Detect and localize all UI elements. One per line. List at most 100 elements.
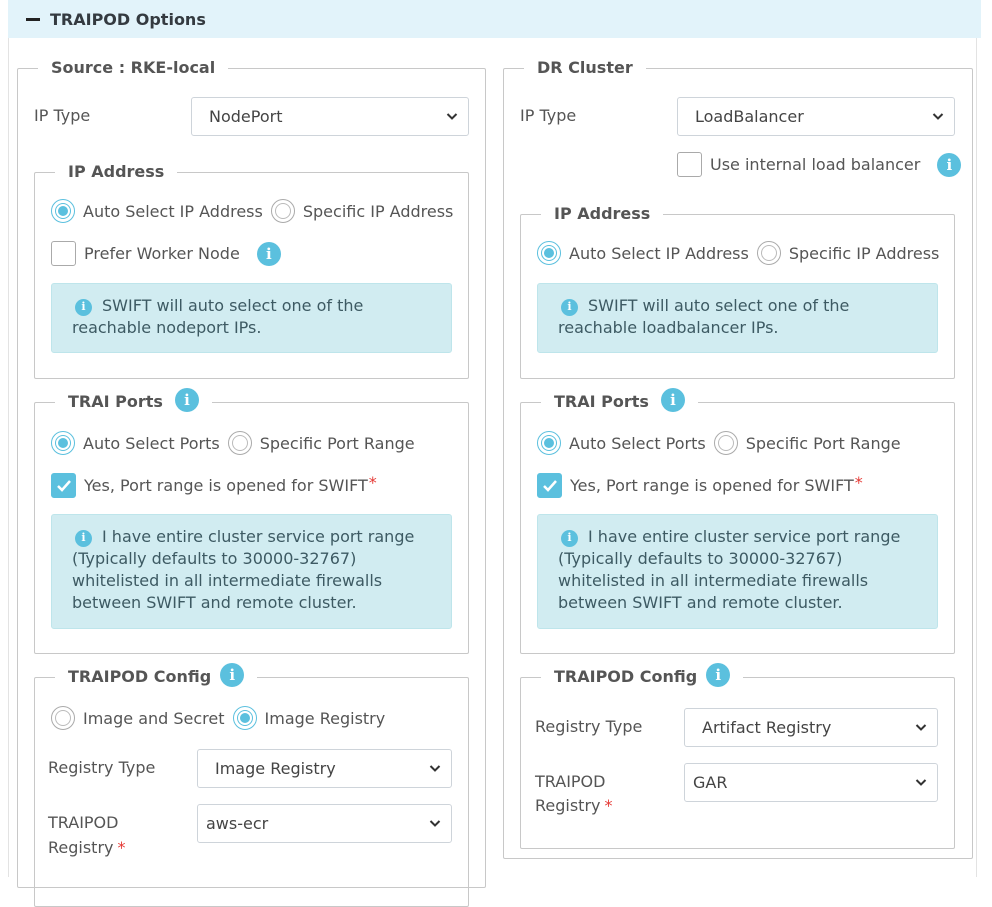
source-ip-radio-group: Auto Select IP Address Specific IP Addre… <box>51 199 461 223</box>
chevron-down-icon <box>915 724 927 731</box>
dr-internal-lb-row: Use internal load balancer i <box>677 152 962 177</box>
dr-registry-type-value: Artifact Registry <box>702 718 832 737</box>
dr-registry-label-2: Registry <box>535 796 601 815</box>
source-port-confirm-checkbox[interactable] <box>51 473 76 498</box>
dr-ip-type-label: IP Type <box>520 106 577 125</box>
source-registry-value: aws-ecr <box>206 814 269 833</box>
source-registry-type-value: Image Registry <box>215 759 336 778</box>
source-port-confirm-row: Yes, Port range is opened for SWIFT * <box>51 473 377 498</box>
chevron-down-icon <box>932 113 944 120</box>
dr-registry-type-select[interactable]: Artifact Registry <box>684 708 938 747</box>
source-image-registry-radio[interactable] <box>232 706 257 730</box>
source-prefer-worker-row: Prefer Worker Node i <box>51 241 281 266</box>
source-ip-specific-label: Specific IP Address <box>302 201 454 221</box>
dr-port-confirm-checkbox[interactable] <box>537 473 562 498</box>
source-ports-auto-label: Auto Select Ports <box>83 433 220 453</box>
dr-ip-specific-radio[interactable] <box>756 241 781 265</box>
dr-traipod-config-title: TRAIPOD Config <box>554 667 698 686</box>
source-ip-auto-radio[interactable] <box>51 199 75 223</box>
dr-ip-alert-text: SWIFT will auto select one of the reacha… <box>558 296 850 337</box>
source-registry-select[interactable]: aws-ecr <box>197 804 452 843</box>
source-ip-address-legend: IP Address <box>55 162 178 182</box>
info-icon[interactable]: i <box>256 241 281 266</box>
dr-ip-auto-radio[interactable] <box>537 241 561 265</box>
chevron-down-icon <box>429 820 441 827</box>
info-icon[interactable]: i <box>660 388 685 412</box>
source-ip-type-label: IP Type <box>34 106 91 125</box>
source-traipod-config-title: TRAIPOD Config <box>68 667 212 686</box>
chevron-down-icon <box>429 765 441 772</box>
source-prefer-worker-label: Prefer Worker Node <box>84 244 240 263</box>
source-ports-alert: iI have entire cluster service port rang… <box>51 514 452 629</box>
source-port-confirm-label: Yes, Port range is opened for SWIFT <box>84 476 368 495</box>
source-image-secret-label: Image and Secret <box>83 708 225 728</box>
source-ip-alert: i SWIFT will auto select one of the reach… <box>51 283 452 353</box>
info-icon[interactable]: i <box>706 663 731 687</box>
header-title: TRAIPOD Options <box>50 9 206 29</box>
dr-ports-auto-label: Auto Select Ports <box>569 433 706 453</box>
source-trai-ports-legend: TRAI Ports i <box>55 388 212 412</box>
dr-internal-lb-checkbox[interactable] <box>677 152 702 177</box>
chevron-down-icon <box>915 779 927 786</box>
required-marker: * <box>604 796 613 815</box>
source-ports-specific-radio[interactable] <box>227 431 252 455</box>
source-ip-type-value: NodePort <box>209 107 283 126</box>
dr-trai-ports-legend: TRAI Ports i <box>541 388 698 412</box>
required-marker: * <box>117 838 126 857</box>
info-icon: i <box>561 529 578 547</box>
source-ip-alert-text: SWIFT will auto select one of the reacha… <box>72 296 364 337</box>
dr-legend: DR Cluster <box>524 58 646 78</box>
dr-ip-address-legend: IP Address <box>541 204 664 224</box>
source-registry-label-1: TRAIPOD <box>48 813 119 832</box>
dr-ip-alert: i SWIFT will auto select one of the reach… <box>537 283 938 353</box>
check-icon <box>56 479 71 492</box>
dr-trai-ports-title: TRAI Ports <box>554 392 649 411</box>
source-prefer-worker-checkbox[interactable] <box>51 241 76 266</box>
source-ports-auto-radio[interactable] <box>51 431 75 455</box>
check-icon <box>542 479 557 492</box>
info-icon: i <box>561 298 578 316</box>
source-image-secret-radio[interactable] <box>51 706 75 730</box>
source-registry-label-2-row: Registry * <box>48 838 126 858</box>
chevron-down-icon <box>446 113 458 120</box>
dr-registry-label-1: TRAIPOD <box>535 772 606 791</box>
dr-ip-auto-label: Auto Select IP Address <box>569 243 749 263</box>
dr-ports-radio-group: Auto Select Ports Specific Port Range <box>537 431 909 455</box>
traipod-options-header[interactable]: TRAIPOD Options <box>8 0 981 38</box>
dr-ip-radio-group: Auto Select IP Address Specific IP Addre… <box>537 241 947 265</box>
source-ports-specific-label: Specific Port Range <box>259 433 415 453</box>
source-ip-auto-label: Auto Select IP Address <box>83 201 263 221</box>
source-legend: Source : RKE-local <box>38 58 229 78</box>
dr-ports-specific-radio[interactable] <box>713 431 738 455</box>
dr-port-confirm-label: Yes, Port range is opened for SWIFT <box>570 476 854 495</box>
dr-port-confirm-row: Yes, Port range is opened for SWIFT * <box>537 473 863 498</box>
source-registry-label-2: Registry <box>48 838 114 857</box>
dr-ip-specific-label: Specific IP Address <box>788 243 940 263</box>
source-ports-radio-group: Auto Select Ports Specific Port Range <box>51 431 423 455</box>
dr-internal-lb-label: Use internal load balancer <box>710 155 921 174</box>
dr-registry-type-label: Registry Type <box>535 717 643 736</box>
info-icon[interactable]: i <box>220 663 245 687</box>
info-icon: i <box>75 298 92 316</box>
required-marker: * <box>368 473 377 492</box>
source-config-radio-group: Image and Secret Image Registry <box>51 706 393 730</box>
info-icon[interactable]: i <box>174 388 199 412</box>
dr-ports-alert: iI have entire cluster service port rang… <box>537 514 938 629</box>
source-ip-type-select[interactable]: NodePort <box>191 97 469 136</box>
dr-registry-select[interactable]: GAR <box>684 763 938 802</box>
info-icon: i <box>75 529 92 547</box>
source-registry-type-select[interactable]: Image Registry <box>197 749 452 788</box>
dr-ip-type-select[interactable]: LoadBalancer <box>677 97 955 136</box>
minus-icon[interactable] <box>26 17 40 21</box>
required-marker: * <box>854 473 863 492</box>
info-icon[interactable]: i <box>937 152 962 177</box>
dr-ports-alert-text: I have entire cluster service port range… <box>558 527 901 612</box>
dr-ports-auto-radio[interactable] <box>537 431 561 455</box>
dr-traipod-config-legend: TRAIPOD Config i <box>541 663 744 687</box>
source-image-registry-label: Image Registry <box>264 708 386 728</box>
dr-ip-type-value: LoadBalancer <box>695 107 804 126</box>
dr-registry-value: GAR <box>693 773 728 792</box>
source-trai-ports-title: TRAI Ports <box>68 392 163 411</box>
source-ip-specific-radio[interactable] <box>270 199 295 223</box>
source-traipod-config-legend: TRAIPOD Config i <box>55 663 258 687</box>
